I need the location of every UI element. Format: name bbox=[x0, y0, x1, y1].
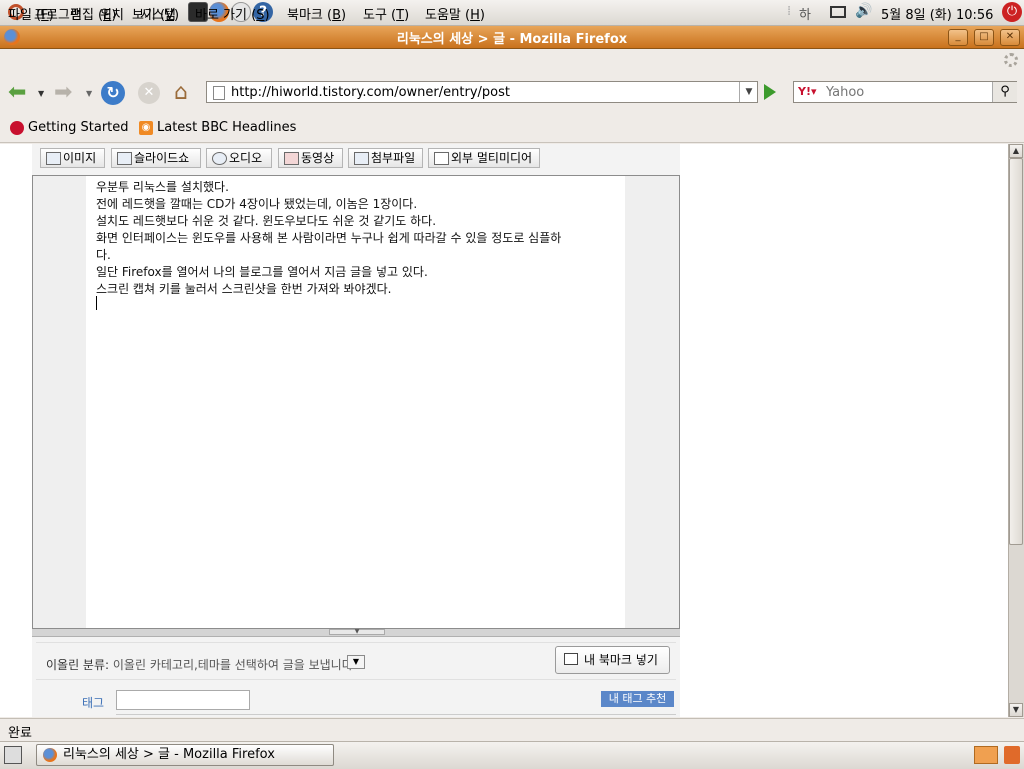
tag-input[interactable] bbox=[116, 690, 250, 710]
throbber-icon bbox=[1004, 53, 1018, 67]
menu-help[interactable]: 도움말 (H) bbox=[425, 4, 485, 23]
insert-external-media-button[interactable]: 외부 멀티미디어 bbox=[428, 148, 540, 168]
yahoo-engine-icon[interactable]: Y!▾ bbox=[798, 85, 817, 98]
input-method-indicator[interactable]: 하 bbox=[799, 4, 811, 23]
insert-attachment-button[interactable]: 첨부파일 bbox=[348, 148, 423, 168]
window-titlebar[interactable]: 리눅스의 세상 > 글 - Mozilla Firefox _ □ ✕ bbox=[0, 26, 1024, 49]
editor-text-line: 설치도 레드햇보다 쉬운 것 같다. 윈도우보다도 쉬운 것 같기도 하다. bbox=[96, 214, 437, 228]
attachment-icon bbox=[354, 152, 369, 165]
taskbar-firefox-window[interactable]: 리눅스의 세상 > 글 - Mozilla Firefox bbox=[36, 744, 334, 766]
editor-text-line: 일단 Firefox를 열어서 나의 블로그를 열어서 지금 글을 넣고 있다. bbox=[96, 265, 428, 279]
external-media-icon bbox=[434, 152, 449, 165]
bookmarks-toolbar bbox=[0, 115, 1024, 143]
page-icon bbox=[213, 86, 225, 100]
divider bbox=[36, 679, 676, 680]
close-button[interactable]: ✕ bbox=[1000, 29, 1020, 46]
show-desktop-icon[interactable] bbox=[4, 746, 22, 764]
bookmark-note-icon bbox=[564, 653, 578, 665]
category-label: 이올린 분류: bbox=[46, 658, 110, 672]
resize-chevron-down-icon[interactable]: ▼ bbox=[329, 629, 385, 635]
image-icon bbox=[46, 152, 61, 165]
status-text: 완료 bbox=[8, 726, 32, 741]
trash-icon[interactable] bbox=[1004, 746, 1020, 764]
bookmark-getting-started[interactable]: Getting Started bbox=[28, 120, 129, 135]
tag-label: 태그 bbox=[82, 696, 105, 710]
menu-edit[interactable]: 편집 (E) bbox=[70, 4, 116, 23]
rss-feed-icon: ◉ bbox=[139, 121, 153, 135]
menu-tools[interactable]: 도구 (T) bbox=[363, 4, 409, 23]
category-row: 이올린 분류: 이올린 카테고리,테마를 선택하여 글을 보냅니다 bbox=[46, 656, 353, 673]
network-icon[interactable] bbox=[830, 6, 846, 18]
add-my-bookmark-button[interactable]: 내 북마크 넣기 bbox=[555, 646, 670, 674]
maximize-button[interactable]: □ bbox=[974, 29, 994, 46]
editor-text-line: 전에 레드햇을 깔때는 CD가 4장이나 됐었는데, 이놈은 1장이다. bbox=[96, 197, 418, 211]
go-icon[interactable] bbox=[764, 84, 776, 100]
stop-icon[interactable]: ✕ bbox=[138, 82, 160, 104]
url-bar[interactable]: ▼ bbox=[206, 81, 758, 103]
editor-text-line: 다. bbox=[96, 248, 111, 262]
menu-file[interactable]: 파일 (F) bbox=[8, 4, 54, 23]
insert-video-button[interactable]: 동영상 bbox=[278, 148, 343, 168]
bookmark-bbc-headlines[interactable]: Latest BBC Headlines bbox=[157, 120, 296, 135]
scroll-down-icon[interactable]: ▼ bbox=[1009, 703, 1023, 717]
text-caret bbox=[96, 296, 97, 310]
workspace-switcher[interactable] bbox=[974, 746, 998, 764]
url-history-chevron-down-icon[interactable]: ▼ bbox=[739, 82, 758, 102]
menu-view[interactable]: 보기 (V) bbox=[132, 4, 179, 23]
volume-icon[interactable]: 🔊 bbox=[855, 3, 872, 19]
scrollbar-thumb[interactable] bbox=[1009, 158, 1023, 545]
editor-text-line: 화면 인터페이스는 윈도우를 사용해 본 사람이라면 누구나 쉽게 따라갈 수 … bbox=[96, 231, 562, 245]
home-icon[interactable]: ⌂ bbox=[174, 81, 188, 105]
divider bbox=[36, 642, 676, 643]
editor-text-line: 스크린 캡쳐 키를 눌러서 스크린샷을 한번 가져와 봐야겠다. bbox=[96, 282, 392, 296]
insert-audio-button[interactable]: 오디오 bbox=[206, 148, 272, 168]
search-input[interactable] bbox=[826, 83, 986, 101]
window-title: 리눅스의 세상 > 글 - Mozilla Firefox bbox=[396, 32, 628, 47]
forward-icon[interactable]: ➡ bbox=[54, 82, 72, 104]
audio-icon bbox=[212, 152, 227, 165]
insert-image-button[interactable]: 이미지 bbox=[40, 148, 105, 168]
back-history-chevron-down-icon[interactable]: ▼ bbox=[38, 89, 44, 98]
getting-started-icon bbox=[10, 121, 24, 135]
reload-icon[interactable]: ↻ bbox=[101, 81, 125, 105]
category-chevron-down-icon[interactable]: ▼ bbox=[347, 655, 365, 669]
panel-clock[interactable]: 5월 8일 (화) 10:56 bbox=[881, 4, 993, 23]
forward-history-chevron-down-icon[interactable]: ▼ bbox=[86, 89, 92, 98]
url-input[interactable] bbox=[231, 83, 731, 101]
insert-slideshow-button[interactable]: 슬라이드쇼 bbox=[111, 148, 201, 168]
status-bar: 완료 bbox=[0, 718, 1024, 741]
menubar bbox=[0, 49, 1024, 73]
back-icon[interactable]: ⬅ bbox=[8, 82, 26, 104]
minimize-button[interactable]: _ bbox=[948, 29, 968, 46]
scroll-up-icon[interactable]: ▲ bbox=[1009, 144, 1023, 158]
search-bar[interactable]: Y!▾ ⚲ bbox=[793, 81, 1017, 103]
panel-separator: ⁞ bbox=[787, 4, 792, 19]
taskbar-firefox-icon bbox=[43, 748, 57, 762]
slideshow-icon bbox=[117, 152, 132, 165]
category-select[interactable]: 이올린 카테고리,테마를 선택하여 글을 보냅니다 bbox=[113, 658, 353, 672]
video-icon bbox=[284, 152, 299, 165]
editor-text-line: 우분투 리눅스를 설치했다. bbox=[96, 180, 229, 194]
power-icon[interactable]: ⏻ bbox=[1002, 2, 1022, 22]
menu-go[interactable]: 바로 가기 (S) bbox=[195, 4, 270, 23]
search-icon[interactable]: ⚲ bbox=[992, 82, 1017, 102]
tag-suggest-button[interactable]: 내 태그 추천 bbox=[601, 691, 674, 707]
editor-resize-handle[interactable]: ▼ bbox=[32, 629, 680, 637]
menu-bookmarks[interactable]: 북마크 (B) bbox=[287, 4, 346, 23]
